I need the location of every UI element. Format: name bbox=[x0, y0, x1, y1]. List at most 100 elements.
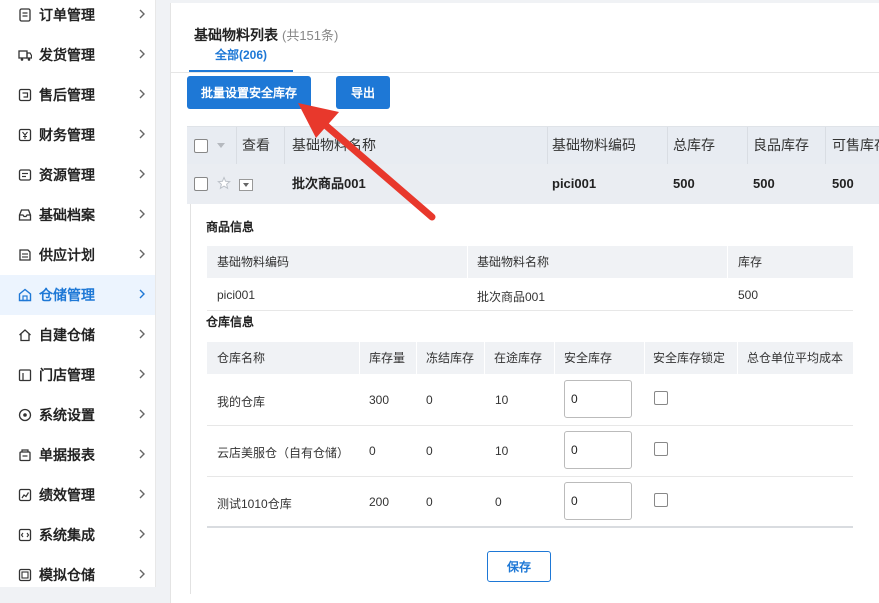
product-header-name: 基础物料名称 bbox=[477, 255, 550, 269]
chevron-right-icon bbox=[139, 409, 145, 419]
column-header-name: 基础物料名称 bbox=[292, 137, 376, 153]
integration-icon bbox=[18, 528, 32, 542]
sidebar-item-archives[interactable]: 基础档案 bbox=[0, 195, 155, 235]
column-divider bbox=[484, 342, 485, 374]
sidebar-item-label: 模拟仓储 bbox=[39, 567, 95, 583]
chevron-right-icon bbox=[139, 169, 145, 179]
inbox-icon bbox=[18, 208, 32, 222]
sidebar-item-label: 系统集成 bbox=[39, 527, 95, 543]
chevron-right-icon bbox=[139, 249, 145, 259]
page-title: 基础物料列表 (共151条) bbox=[194, 25, 338, 45]
sidebar-item-aftersale[interactable]: 售后管理 bbox=[0, 75, 155, 115]
table-bottom-border bbox=[207, 526, 853, 528]
chevron-right-icon bbox=[139, 529, 145, 539]
sidebar-item-supply-plan[interactable]: 供应计划 bbox=[0, 235, 155, 275]
sidebar-item-shipping[interactable]: 发货管理 bbox=[0, 35, 155, 75]
safety-stock-input[interactable]: 0 bbox=[564, 482, 632, 520]
expand-toggle-icon[interactable] bbox=[239, 179, 253, 191]
caret-down-icon[interactable] bbox=[217, 143, 225, 149]
chevron-right-icon bbox=[139, 449, 145, 459]
sidebar-item-label: 门店管理 bbox=[39, 367, 95, 383]
warehouse-header-name: 仓库名称 bbox=[217, 351, 266, 365]
main-panel: 基础物料列表 (共151条) 全部(206) 批量设置安全库存 导出 查看 基础物… bbox=[170, 3, 879, 603]
warehouse-name: 我的仓库 bbox=[217, 395, 266, 409]
page-title-text: 基础物料列表 bbox=[194, 27, 278, 43]
column-divider bbox=[747, 127, 748, 164]
chevron-right-icon bbox=[139, 289, 145, 299]
column-divider bbox=[554, 342, 555, 374]
column-divider bbox=[467, 246, 468, 278]
sidebar-item-label: 仓储管理 bbox=[39, 287, 95, 303]
column-header-code: 基础物料编码 bbox=[552, 137, 636, 153]
sidebar-item-self-warehouse[interactable]: 自建仓储 bbox=[0, 315, 155, 355]
sidebar-item-stores[interactable]: 门店管理 bbox=[0, 355, 155, 395]
chevron-right-icon bbox=[139, 329, 145, 339]
chevron-right-icon bbox=[139, 209, 145, 219]
star-icon[interactable] bbox=[217, 176, 231, 190]
product-info-title: 商品信息 bbox=[206, 220, 255, 234]
tab-all[interactable]: 全部(206) bbox=[189, 45, 293, 72]
sidebar-item-warehouse[interactable]: 仓储管理 bbox=[0, 275, 155, 315]
resource-icon bbox=[18, 168, 32, 182]
warehouse-qty: 200 bbox=[369, 495, 390, 509]
warehouse-name: 测试1010仓库 bbox=[217, 497, 292, 511]
sidebar-item-finance[interactable]: 财务管理 bbox=[0, 115, 155, 155]
sidebar-item-performance[interactable]: 绩效管理 bbox=[0, 475, 155, 515]
safety-stock-input[interactable]: 0 bbox=[564, 380, 632, 418]
return-box-icon bbox=[18, 88, 32, 102]
product-header-code: 基础物料编码 bbox=[217, 255, 290, 269]
warehouse-info-title: 仓库信息 bbox=[206, 315, 255, 329]
row-total-stock: 500 bbox=[673, 176, 695, 191]
chevron-right-icon bbox=[139, 369, 145, 379]
tab-divider bbox=[171, 72, 879, 73]
column-divider bbox=[236, 127, 237, 164]
column-header-total: 总库存 bbox=[673, 137, 715, 153]
warehouse-qty: 0 bbox=[369, 444, 376, 458]
safety-lock-checkbox[interactable] bbox=[654, 391, 668, 405]
sidebar-item-reports[interactable]: 单据报表 bbox=[0, 435, 155, 475]
warehouse-header-transit: 在途库存 bbox=[494, 351, 543, 365]
sidebar-item-label: 发货管理 bbox=[39, 47, 95, 63]
warehouse-frozen: 0 bbox=[426, 393, 433, 407]
safety-stock-input[interactable]: 0 bbox=[564, 431, 632, 469]
product-name: 批次商品001 bbox=[477, 290, 546, 304]
sidebar-item-label: 自建仓储 bbox=[39, 327, 95, 343]
select-all-checkbox[interactable] bbox=[194, 139, 208, 153]
column-header-sellable: 可售库存 bbox=[832, 137, 879, 153]
sidebar-item-resources[interactable]: 资源管理 bbox=[0, 155, 155, 195]
table-row[interactable]: 批次商品001 pici001 500 500 500 bbox=[187, 164, 879, 204]
sidebar-item-simulation[interactable]: 模拟仓储 bbox=[0, 555, 155, 587]
sidebar-item-label: 财务管理 bbox=[39, 127, 95, 143]
sidebar-item-system-settings[interactable]: 系统设置 bbox=[0, 395, 155, 435]
report-icon bbox=[18, 448, 32, 462]
warehouse-header-frozen: 冻结库存 bbox=[426, 351, 475, 365]
sidebar-item-label: 售后管理 bbox=[39, 87, 95, 103]
column-divider bbox=[547, 127, 548, 164]
truck-icon bbox=[18, 48, 32, 62]
batch-set-safety-stock-button[interactable]: 批量设置安全库存 bbox=[187, 76, 311, 109]
sidebar-item-label: 供应计划 bbox=[39, 247, 95, 263]
chevron-right-icon bbox=[139, 49, 145, 59]
safety-lock-checkbox[interactable] bbox=[654, 442, 668, 456]
sidebar-item-label: 订单管理 bbox=[39, 7, 95, 23]
sidebar-item-integration[interactable]: 系统集成 bbox=[0, 515, 155, 555]
sidebar-item-label: 资源管理 bbox=[39, 167, 95, 183]
table-header: 查看 基础物料名称 基础物料编码 总库存 良品库存 可售库存 bbox=[187, 126, 879, 164]
chevron-right-icon bbox=[139, 489, 145, 499]
warehouse-header-safety: 安全库存 bbox=[564, 351, 613, 365]
chevron-right-icon bbox=[139, 89, 145, 99]
row-checkbox[interactable] bbox=[194, 177, 208, 191]
row-good-stock: 500 bbox=[753, 176, 775, 191]
chevron-right-icon bbox=[139, 129, 145, 139]
column-divider bbox=[416, 342, 417, 374]
performance-icon bbox=[18, 488, 32, 502]
row-name: 批次商品001 bbox=[292, 176, 366, 191]
safety-lock-checkbox[interactable] bbox=[654, 493, 668, 507]
save-button[interactable]: 保存 bbox=[487, 551, 551, 582]
warehouse-frozen: 0 bbox=[426, 495, 433, 509]
column-divider bbox=[359, 342, 360, 374]
sidebar-item-orders[interactable]: 订单管理 bbox=[0, 0, 155, 35]
export-button[interactable]: 导出 bbox=[336, 76, 390, 109]
sidebar-item-label: 基础档案 bbox=[39, 207, 95, 223]
column-divider bbox=[284, 127, 285, 164]
